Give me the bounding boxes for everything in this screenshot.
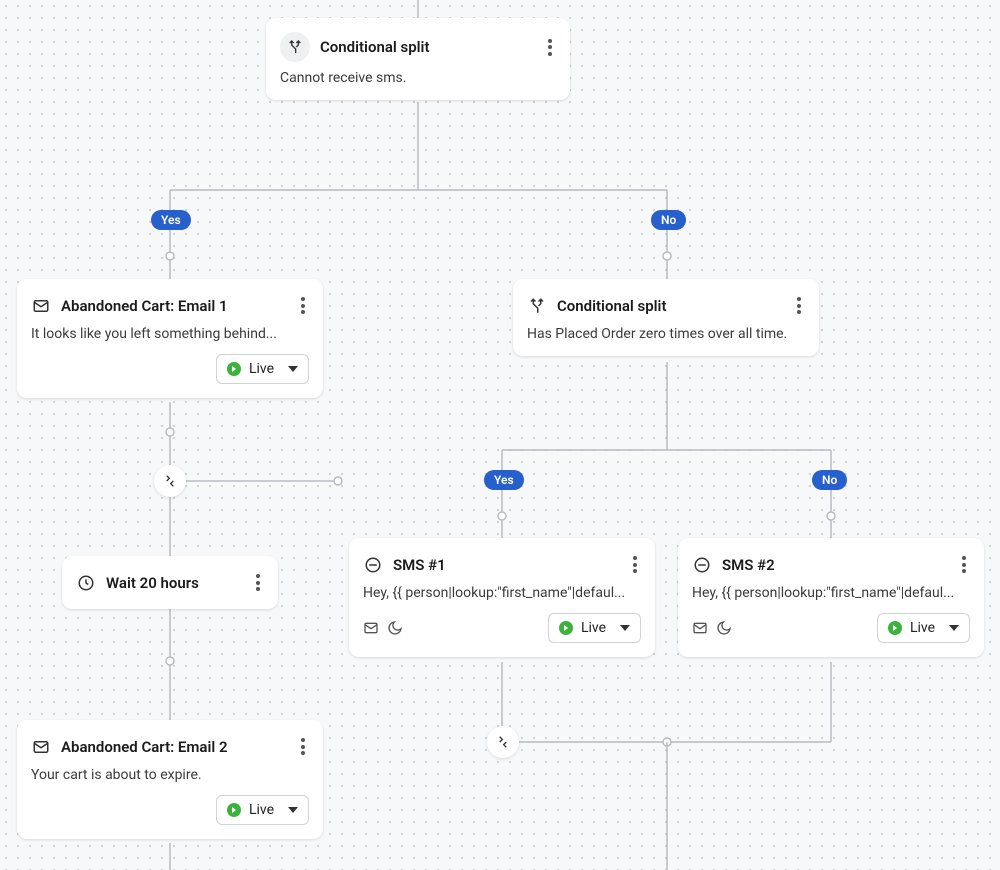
play-icon — [227, 803, 241, 817]
status-dropdown[interactable]: Live — [548, 613, 641, 643]
email-small-icon — [692, 620, 708, 636]
badge-yes: Yes — [151, 210, 191, 230]
chevron-down-icon — [620, 625, 630, 631]
node-email[interactable]: Abandoned Cart: Email 1 It looks like yo… — [17, 279, 323, 398]
node-menu-button[interactable] — [793, 293, 805, 318]
moon-icon — [716, 620, 732, 636]
badge-yes: Yes — [484, 470, 524, 490]
status-dropdown[interactable]: Live — [216, 795, 309, 825]
node-sms[interactable]: SMS #1 Hey, {{ person|lookup:"first_name… — [349, 538, 655, 657]
node-wait[interactable]: Wait 20 hours — [62, 556, 278, 609]
node-conditional-split[interactable]: Conditional split Has Placed Order zero … — [513, 279, 819, 356]
node-menu-button[interactable] — [544, 35, 556, 60]
badge-no: No — [651, 210, 686, 230]
clock-icon — [76, 573, 96, 593]
play-icon — [888, 621, 902, 635]
node-title: Conditional split — [320, 38, 534, 56]
node-menu-button[interactable] — [252, 570, 264, 595]
moon-icon — [387, 620, 403, 636]
merge-node-icon — [487, 726, 519, 758]
status-label: Live — [249, 361, 274, 377]
split-icon — [527, 296, 547, 316]
node-title: SMS #2 — [722, 556, 948, 574]
email-icon — [31, 296, 51, 316]
sms-icon — [363, 555, 383, 575]
node-menu-button[interactable] — [958, 552, 970, 577]
email-small-icon — [363, 620, 379, 636]
node-email[interactable]: Abandoned Cart: Email 2 Your cart is abo… — [17, 720, 323, 839]
merge-node-icon — [154, 465, 186, 497]
node-description: Cannot receive sms. — [280, 70, 556, 86]
node-description: It looks like you left something behind.… — [31, 326, 309, 342]
status-dropdown[interactable]: Live — [216, 354, 309, 384]
play-icon — [227, 362, 241, 376]
node-title: Abandoned Cart: Email 2 — [61, 738, 287, 756]
node-sms[interactable]: SMS #2 Hey, {{ person|lookup:"first_name… — [678, 538, 984, 657]
status-label: Live — [249, 802, 274, 818]
play-icon — [559, 621, 573, 635]
node-title: Abandoned Cart: Email 1 — [61, 297, 287, 315]
split-icon — [280, 32, 310, 62]
badge-no: No — [812, 470, 847, 490]
chevron-down-icon — [949, 625, 959, 631]
node-title: Conditional split — [557, 297, 783, 315]
chevron-down-icon — [288, 366, 298, 372]
node-description: Has Placed Order zero times over all tim… — [527, 326, 805, 342]
node-menu-button[interactable] — [629, 552, 641, 577]
node-menu-button[interactable] — [297, 293, 309, 318]
status-dropdown[interactable]: Live — [877, 613, 970, 643]
email-icon — [31, 737, 51, 757]
node-title: Wait 20 hours — [106, 574, 242, 592]
node-description: Hey, {{ person|lookup:"first_name"|defau… — [692, 585, 970, 601]
status-label: Live — [581, 620, 606, 636]
node-title: SMS #1 — [393, 556, 619, 574]
sms-icon — [692, 555, 712, 575]
node-conditional-split[interactable]: Conditional split Cannot receive sms. — [266, 18, 570, 100]
status-label: Live — [910, 620, 935, 636]
node-menu-button[interactable] — [297, 734, 309, 759]
node-description: Your cart is about to expire. — [31, 767, 309, 783]
chevron-down-icon — [288, 807, 298, 813]
node-description: Hey, {{ person|lookup:"first_name"|defau… — [363, 585, 641, 601]
